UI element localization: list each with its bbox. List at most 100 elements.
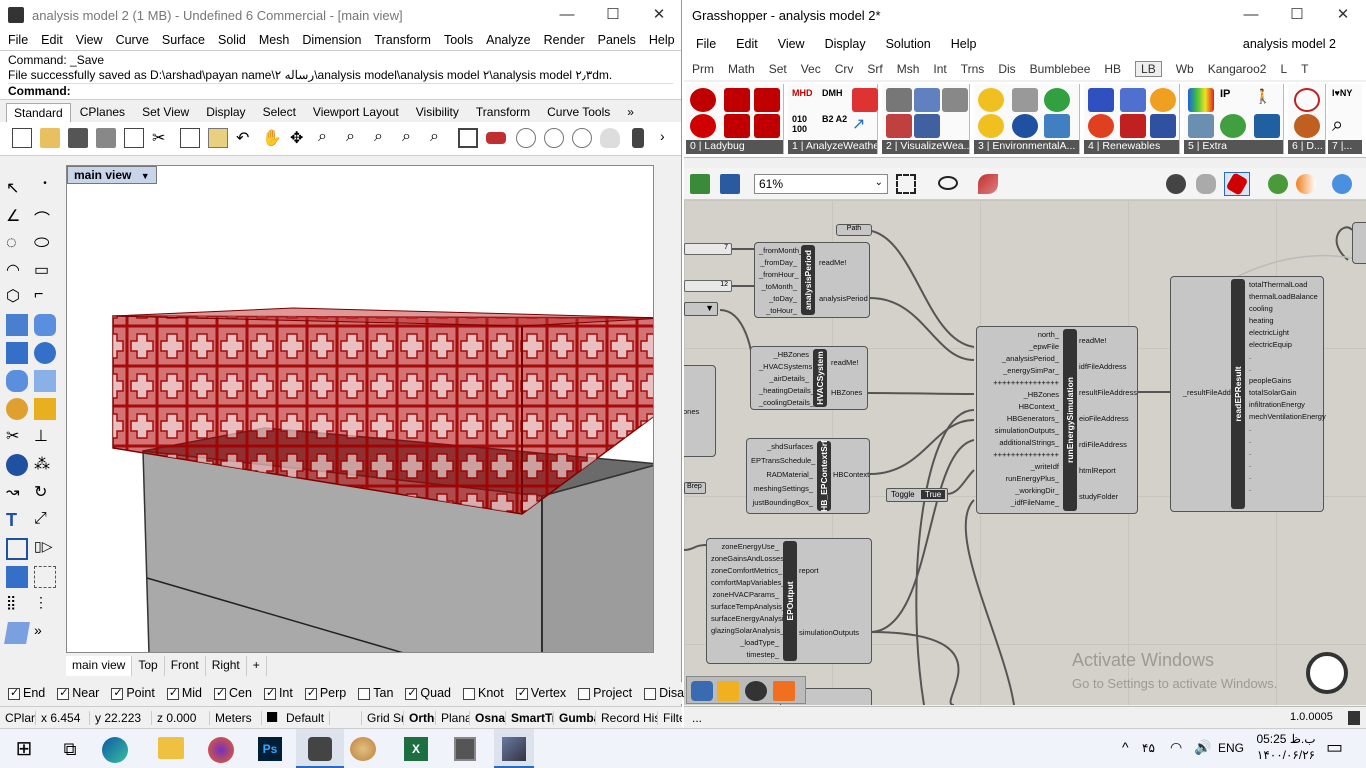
output-pin[interactable]: eioFileAddress	[1079, 413, 1129, 425]
dimension-icon[interactable]: ⤢	[34, 510, 56, 532]
output-pin[interactable]: .	[1249, 483, 1251, 495]
print-icon[interactable]	[96, 128, 116, 148]
input-pin[interactable]: HBGenerators_	[981, 413, 1059, 425]
menu-panels[interactable]: Panels	[598, 33, 636, 47]
read-ep-result-component[interactable]: _resultFileAddress readEPResult totalThe…	[1170, 276, 1326, 512]
number-slider[interactable]: 12	[684, 280, 732, 292]
document-settings-icon[interactable]	[1332, 174, 1352, 194]
gh-tab[interactable]: Kangaroo2	[1208, 62, 1267, 76]
import-epw-icon[interactable]	[724, 88, 750, 112]
analysis-period-component[interactable]: _fromMonth_ _fromDay_ _fromHour_ _toMont…	[754, 242, 870, 318]
ellipse-icon[interactable]: ⬭	[34, 232, 56, 254]
tab-select[interactable]: Select	[255, 102, 304, 122]
notification-icon[interactable]: ▭	[1326, 737, 1343, 758]
grasshopper-taskbar-button[interactable]	[494, 729, 534, 768]
text-icon[interactable]: T	[6, 510, 28, 532]
gh-close-button[interactable]: ✕	[1320, 0, 1366, 30]
minimize-button[interactable]: —	[544, 0, 590, 30]
gh-tab[interactable]: Msh	[897, 62, 920, 76]
pv-chart-icon[interactable]	[1120, 88, 1146, 112]
gh-tab[interactable]: Prm	[692, 62, 714, 76]
tray-badge[interactable]: ۴۵	[1142, 741, 1155, 755]
input-pin[interactable]: _shdSurfaces	[751, 441, 813, 453]
gh-minimize-button[interactable]: —	[1228, 0, 1274, 30]
ep-output-component[interactable]: zoneEnergyUse_ zoneGainsAndLosses_ zoneC…	[706, 538, 872, 664]
output-pin[interactable]: .	[1249, 435, 1251, 447]
input-pin[interactable]: _heatingDetails_	[759, 385, 815, 397]
group-label[interactable]: 7 |...	[1328, 140, 1362, 154]
osnap-near[interactable]: Near	[57, 686, 99, 700]
osnap-checkbox[interactable]	[8, 686, 20, 700]
gh-tab[interactable]: Int	[933, 62, 946, 76]
ep-context-component[interactable]: _shdSurfaces EPTransSchedule_ RADMateria…	[746, 438, 870, 514]
value-list[interactable]: ▼	[684, 302, 718, 316]
sun-icon[interactable]	[978, 88, 1004, 112]
osnap-checkbox[interactable]	[463, 688, 475, 700]
polyline-icon[interactable]: ∠	[6, 206, 28, 228]
hot-water-icon[interactable]	[1088, 114, 1114, 138]
copy-icon[interactable]	[180, 128, 200, 148]
tab-display[interactable]: Display	[198, 102, 253, 122]
box-icon[interactable]	[6, 342, 28, 364]
import-icon[interactable]	[773, 681, 795, 701]
output-pin[interactable]: readMe!	[819, 257, 847, 269]
menu-render[interactable]: Render	[544, 33, 585, 47]
status-ortho[interactable]: Ortho	[404, 710, 436, 725]
output-pin[interactable]: HBZones	[831, 387, 862, 399]
clock[interactable]: 05:25 ب.ظ ۱۴۰۰/۰۶/۲۶	[1256, 731, 1316, 763]
tabs-overflow-icon[interactable]: »	[619, 102, 642, 122]
input-pin[interactable]: additionalStrings_	[981, 437, 1059, 449]
gh-menu-view[interactable]: View	[778, 37, 805, 51]
input-pin[interactable]: _analysisPeriod_	[981, 353, 1059, 365]
menu-view[interactable]: View	[76, 33, 103, 47]
osnap-checkbox[interactable]	[111, 686, 124, 700]
input-pin[interactable]: _HBZones	[759, 349, 809, 361]
status-osnap[interactable]: Osnap	[470, 710, 506, 725]
array-icon[interactable]	[34, 566, 56, 588]
input-pin[interactable]: north_	[981, 329, 1059, 341]
gh-tab[interactable]: Crv	[835, 62, 854, 76]
mesh-icon[interactable]	[34, 370, 56, 392]
gh-tab[interactable]: Trns	[961, 62, 985, 76]
menu-file[interactable]: File	[8, 33, 28, 47]
menu-analyze[interactable]: Analyze	[486, 33, 530, 47]
osnap-end[interactable]: End	[8, 686, 45, 700]
cut-icon[interactable]: ✂	[152, 128, 172, 148]
undo-icon[interactable]: ↶	[236, 128, 256, 148]
gh-tab[interactable]: L	[1280, 62, 1287, 76]
zoom-selected-icon[interactable]: ⌕	[402, 128, 422, 148]
input-pin[interactable]: RADMaterial_	[751, 469, 813, 481]
input-pin[interactable]: meshingSettings_	[751, 483, 813, 495]
osnap-tan[interactable]: Tan	[358, 686, 393, 700]
shading-designer-icon[interactable]	[1044, 114, 1070, 138]
gh-plugin-icon[interactable]	[745, 681, 767, 701]
status-planar[interactable]: Plana	[436, 710, 470, 725]
input-pin[interactable]: _energySimPar_	[981, 365, 1059, 377]
output-pin[interactable]: electricLight	[1249, 327, 1289, 339]
refresh-icon[interactable]	[1220, 114, 1246, 138]
group-label[interactable]: 6 | D...	[1288, 140, 1325, 154]
rhino-taskbar-button[interactable]	[296, 729, 344, 768]
language-indicator[interactable]: ENG	[1218, 741, 1244, 755]
gh-menu-display[interactable]: Display	[825, 37, 866, 51]
zones-component-partial[interactable]: ones	[684, 365, 716, 457]
input-pin[interactable]: surfaceTempAnalysis_	[711, 601, 786, 613]
input-pin[interactable]: _fromDay_	[759, 257, 797, 269]
lock-icon[interactable]	[632, 128, 644, 148]
input-pin[interactable]: _workingDir_	[981, 485, 1059, 497]
start-icon[interactable]: ⊞	[4, 733, 44, 765]
osnap-checkbox[interactable]	[214, 686, 226, 700]
kw-icon[interactable]	[1120, 114, 1146, 138]
tab-visibility[interactable]: Visibility	[408, 102, 467, 122]
gh-tab[interactable]: Dis	[998, 62, 1015, 76]
status-grid-snap[interactable]: Grid Sn	[362, 710, 404, 725]
extrude-icon[interactable]	[6, 566, 28, 588]
osnap-vertex[interactable]: Vertex	[515, 686, 566, 700]
sunpath-icon[interactable]	[886, 88, 912, 112]
edge-icon[interactable]	[102, 737, 128, 763]
osnap-checkbox[interactable]	[304, 686, 317, 700]
menu-mesh[interactable]: Mesh	[259, 33, 290, 47]
tab-set-view[interactable]: Set View	[134, 102, 197, 122]
solar-icon[interactable]	[1150, 88, 1176, 112]
menu-dimension[interactable]: Dimension	[302, 33, 361, 47]
